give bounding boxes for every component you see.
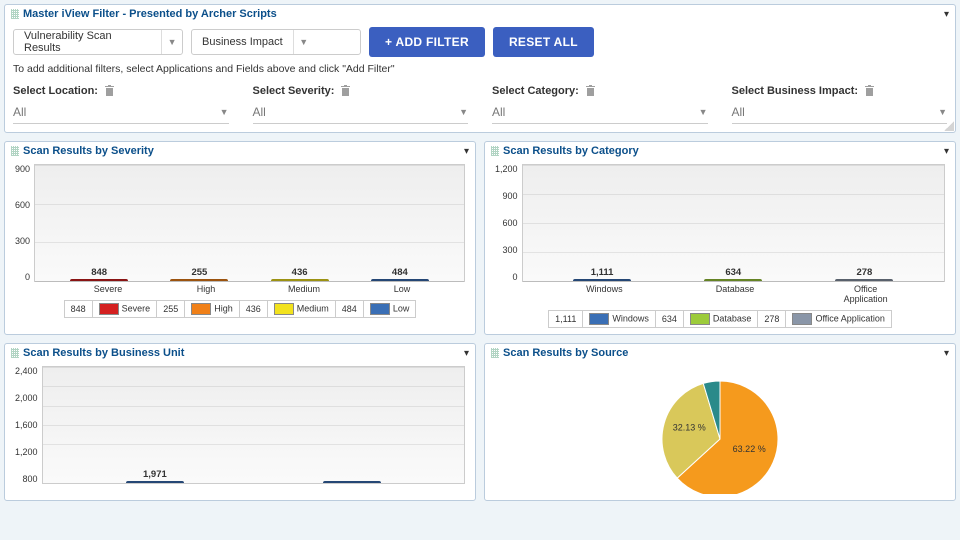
legend: 1,111Windows634Database278Office Applica… — [495, 310, 945, 328]
filter-hint-text: To add additional filters, select Applic… — [13, 63, 947, 75]
filter-dropdown[interactable]: All▼ — [13, 101, 229, 124]
panel-menu-icon[interactable]: ▾ — [944, 9, 949, 20]
legend: 848Severe255High436Medium484Low — [15, 300, 465, 318]
pie-chart: 63.22 % 32.13 % — [500, 374, 940, 494]
filter-panel-title: Master iView Filter - Presented by Arche… — [23, 8, 277, 20]
panel-menu-icon[interactable]: ▾ — [944, 348, 949, 359]
chevron-down-icon: ▼ — [161, 30, 182, 54]
panel-menu-icon[interactable]: ▾ — [944, 146, 949, 157]
bar[interactable]: 634 — [703, 279, 763, 281]
grip-icon — [11, 146, 19, 156]
resize-handle-icon[interactable] — [944, 121, 954, 131]
bu-title: Scan Results by Business Unit — [23, 347, 184, 359]
filter-cell: Select Severity: All▼ — [253, 85, 469, 124]
bar[interactable]: 255 — [169, 279, 229, 281]
source-panel: Scan Results by Source ▾ 63.22 % 32.13 % — [484, 343, 956, 501]
svg-text:32.13 %: 32.13 % — [673, 423, 706, 433]
application-combo[interactable]: Vulnerability Scan Results ▼ — [13, 29, 183, 55]
bar[interactable]: 1,111 — [572, 279, 632, 281]
trash-icon[interactable] — [864, 85, 875, 97]
filter-dropdown[interactable]: All▼ — [253, 101, 469, 124]
bar[interactable]: 848 — [69, 279, 129, 281]
filter-dropdown[interactable]: All▼ — [492, 101, 708, 124]
chevron-down-icon: ▼ — [293, 30, 314, 54]
filter-label: Select Severity: — [253, 85, 469, 97]
category-title: Scan Results by Category — [503, 145, 639, 157]
filter-dropdown[interactable]: All▼ — [732, 101, 948, 124]
bar[interactable]: 278 — [834, 279, 894, 281]
chevron-down-icon: ▼ — [459, 107, 468, 117]
severity-panel: Scan Results by Severity ▾ 9006003000848… — [4, 141, 476, 335]
trash-icon[interactable] — [585, 85, 596, 97]
bu-panel: Scan Results by Business Unit ▾ 2,4002,0… — [4, 343, 476, 501]
field-combo[interactable]: Business Impact ▼ — [191, 29, 361, 55]
bar[interactable]: 484 — [370, 279, 430, 281]
category-panel: Scan Results by Category ▾ 1,20090060030… — [484, 141, 956, 335]
bar[interactable]: 1,971 — [125, 481, 185, 483]
severity-title: Scan Results by Severity — [23, 145, 154, 157]
chevron-down-icon: ▼ — [220, 107, 229, 117]
grip-icon — [491, 348, 499, 358]
source-title: Scan Results by Source — [503, 347, 628, 359]
bar[interactable] — [322, 481, 382, 483]
filter-label: Select Category: — [492, 85, 708, 97]
filter-cell: Select Business Impact: All▼ — [732, 85, 948, 124]
grip-icon — [11, 9, 19, 19]
filter-label: Select Business Impact: — [732, 85, 948, 97]
reset-all-button[interactable]: RESET ALL — [493, 27, 594, 57]
filter-cell: Select Category: All▼ — [492, 85, 708, 124]
trash-icon[interactable] — [104, 85, 115, 97]
panel-menu-icon[interactable]: ▾ — [464, 348, 469, 359]
master-filter-panel: Master iView Filter - Presented by Arche… — [4, 4, 956, 133]
trash-icon[interactable] — [340, 85, 351, 97]
filter-label: Select Location: — [13, 85, 229, 97]
svg-text:63.22 %: 63.22 % — [733, 444, 766, 454]
chevron-down-icon: ▼ — [938, 107, 947, 117]
grip-icon — [491, 146, 499, 156]
grip-icon — [11, 348, 19, 358]
filter-cell: Select Location: All▼ — [13, 85, 229, 124]
add-filter-button[interactable]: + ADD FILTER — [369, 27, 485, 57]
bar[interactable]: 436 — [270, 279, 330, 281]
chevron-down-icon: ▼ — [699, 107, 708, 117]
panel-menu-icon[interactable]: ▾ — [464, 146, 469, 157]
